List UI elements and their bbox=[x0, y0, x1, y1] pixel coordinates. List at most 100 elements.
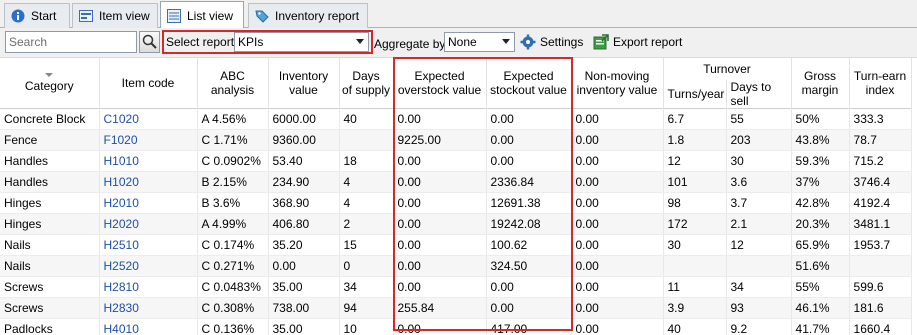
cell-item-code[interactable]: H2510 bbox=[99, 234, 198, 256]
search-button[interactable] bbox=[139, 31, 160, 53]
aggregate-select[interactable]: None bbox=[444, 32, 515, 52]
cell-stockout: 417.00 bbox=[486, 318, 572, 335]
report-select-value: KPIs bbox=[238, 35, 264, 49]
cell-gross-margin: 20.3% bbox=[791, 213, 850, 235]
cell-days-of-supply: 4 bbox=[339, 171, 394, 193]
cell-inventory-value: 35.00 bbox=[268, 318, 340, 335]
tab-inventory-report[interactable]: Inventory report bbox=[248, 3, 368, 28]
cell-stockout: 0.00 bbox=[486, 297, 572, 319]
cell-stockout: 100.62 bbox=[486, 234, 572, 256]
cell-item-code[interactable]: H1020 bbox=[99, 171, 198, 193]
column-header-days-of-supply[interactable]: Days of supply bbox=[339, 58, 394, 109]
cell-turn-earn: 78.7 bbox=[849, 129, 912, 151]
table-row[interactable]: Fence F1020 C 1.71% 9360.00 9225.00 0.00 0.00 1… bbox=[0, 129, 912, 151]
cell-inventory-value: 738.00 bbox=[268, 297, 340, 319]
table-row[interactable]: Handles H1020 B 2.15% 234.90 4 0.00 2336.84 0.0… bbox=[0, 171, 912, 193]
cell-item-code[interactable]: H1010 bbox=[99, 150, 198, 172]
cell-gross-margin: 50% bbox=[791, 108, 850, 130]
table-row[interactable]: Concrete Block C1020 A 4.56% 6000.00 40 0.00 0… bbox=[0, 108, 912, 130]
search-icon bbox=[142, 34, 157, 49]
cell-item-code[interactable]: C1020 bbox=[99, 108, 198, 130]
sort-caret-icon bbox=[45, 73, 54, 77]
table-row[interactable]: Screws H2830 C 0.308% 738.00 94 255.84 0.00 0.0… bbox=[0, 297, 912, 319]
aggregate-label: Aggregate by bbox=[374, 37, 446, 51]
tab-list-view[interactable]: List view bbox=[160, 1, 244, 29]
cell-stockout: 0.00 bbox=[486, 129, 572, 151]
cell-category: Nails bbox=[0, 255, 100, 277]
cell-non-moving: 0.00 bbox=[571, 318, 664, 335]
column-header-gross-margin[interactable]: Gross margin bbox=[791, 58, 850, 109]
cell-item-code[interactable]: H2020 bbox=[99, 213, 198, 235]
cell-inventory-value: 406.80 bbox=[268, 213, 340, 235]
cell-overstock: 0.00 bbox=[393, 192, 487, 214]
table-row[interactable]: Screws H2810 C 0.0483% 35.00 34 0.00 0.00 0.00 1… bbox=[0, 276, 912, 298]
table-row[interactable]: Hinges H2020 A 4.99% 406.80 2 0.00 19242.08 0.0… bbox=[0, 213, 912, 235]
kpi-table: Category Item code ABC analysis Inventory… bbox=[0, 58, 912, 335]
settings-button[interactable]: Settings bbox=[520, 34, 583, 50]
cell-inventory-value: 35.00 bbox=[268, 276, 340, 298]
cell-category: Fence bbox=[0, 129, 100, 151]
column-header-inventory-value[interactable]: Inventory value bbox=[268, 58, 340, 109]
column-header-category[interactable]: Category bbox=[0, 58, 100, 109]
cell-inventory-value: 35.20 bbox=[268, 234, 340, 256]
cell-overstock: 0.00 bbox=[393, 318, 487, 335]
cell-item-code[interactable]: F1020 bbox=[99, 129, 198, 151]
cell-overstock: 0.00 bbox=[393, 255, 487, 277]
search-input[interactable] bbox=[5, 31, 137, 53]
export-label: Export report bbox=[613, 35, 683, 49]
cell-non-moving: 0.00 bbox=[571, 192, 664, 214]
cell-gross-margin: 42.8% bbox=[791, 192, 850, 214]
cell-turn-earn: 3481.1 bbox=[849, 213, 912, 235]
cell-abc: C 0.308% bbox=[197, 297, 269, 319]
cell-abc: C 0.0902% bbox=[197, 150, 269, 172]
table-row[interactable]: Nails H2520 C 0.271% 0.00 0 0.00 324.50 0.00 51.… bbox=[0, 255, 912, 277]
tab-item-view[interactable]: Item view bbox=[72, 3, 158, 28]
export-report-button[interactable]: Export report bbox=[593, 34, 682, 50]
cell-abc: C 0.136% bbox=[197, 318, 269, 335]
cell-stockout: 2336.84 bbox=[486, 171, 572, 193]
cell-category: Screws bbox=[0, 297, 100, 319]
cell-abc: C 0.271% bbox=[197, 255, 269, 277]
column-header-abc-analysis[interactable]: ABC analysis bbox=[197, 58, 269, 109]
column-header-turns-per-year[interactable]: Turns/year bbox=[663, 80, 727, 109]
table-row[interactable]: Handles H1010 C 0.0902% 53.40 18 0.00 0.00 0.00… bbox=[0, 150, 912, 172]
cell-item-code[interactable]: H2830 bbox=[99, 297, 198, 319]
column-header-non-moving[interactable]: Non-moving inventory value bbox=[571, 58, 664, 109]
cell-inventory-value: 0.00 bbox=[268, 255, 340, 277]
gear-icon bbox=[520, 34, 536, 50]
cell-non-moving: 0.00 bbox=[571, 276, 664, 298]
cell-non-moving: 0.00 bbox=[571, 108, 664, 130]
table-row[interactable]: Hinges H2010 B 3.6% 368.90 4 0.00 12691.38 0.00… bbox=[0, 192, 912, 214]
cell-turn-earn bbox=[849, 255, 912, 277]
column-header-item-code[interactable]: Item code bbox=[99, 58, 198, 109]
column-header-expected-overstock[interactable]: Expected overstock value bbox=[393, 58, 487, 109]
tab-label: Start bbox=[31, 9, 57, 23]
cell-days-of-supply: 4 bbox=[339, 192, 394, 214]
cell-non-moving: 0.00 bbox=[571, 213, 664, 235]
cell-item-code[interactable]: H4010 bbox=[99, 318, 198, 335]
cell-item-code[interactable]: H2010 bbox=[99, 192, 198, 214]
column-header-days-to-sell[interactable]: Days to sell bbox=[726, 80, 792, 109]
cell-turn-earn: 1660.4 bbox=[849, 318, 912, 335]
cell-overstock: 0.00 bbox=[393, 150, 487, 172]
cell-inventory-value: 53.40 bbox=[268, 150, 340, 172]
cell-overstock: 0.00 bbox=[393, 276, 487, 298]
column-header-turn-earn[interactable]: Turn-earn index bbox=[849, 58, 912, 109]
tab-start[interactable]: Start bbox=[4, 3, 70, 28]
cell-item-code[interactable]: H2520 bbox=[99, 255, 198, 277]
cell-category: Hinges bbox=[0, 213, 100, 235]
column-header-expected-stockout[interactable]: Expected stockout value bbox=[486, 58, 572, 109]
cell-non-moving: 0.00 bbox=[571, 171, 664, 193]
report-select[interactable]: KPIs bbox=[234, 32, 369, 52]
cell-stockout: 0.00 bbox=[486, 276, 572, 298]
cell-item-code[interactable]: H2810 bbox=[99, 276, 198, 298]
toolbar: Select report KPIs Aggregate by None Set… bbox=[0, 28, 917, 58]
cell-gross-margin: 51.6% bbox=[791, 255, 850, 277]
table-row[interactable]: Padlocks H4010 C 0.136% 35.00 10 0.00 417.00 0.… bbox=[0, 318, 912, 335]
cell-turns: 3.9 bbox=[663, 297, 727, 319]
cell-turns: 6.7 bbox=[663, 108, 727, 130]
cell-gross-margin: 43.8% bbox=[791, 129, 850, 151]
table-row[interactable]: Nails H2510 C 0.174% 35.20 15 0.00 100.62 0.00 3… bbox=[0, 234, 912, 256]
cell-turns: 40 bbox=[663, 318, 727, 335]
cell-non-moving: 0.00 bbox=[571, 297, 664, 319]
